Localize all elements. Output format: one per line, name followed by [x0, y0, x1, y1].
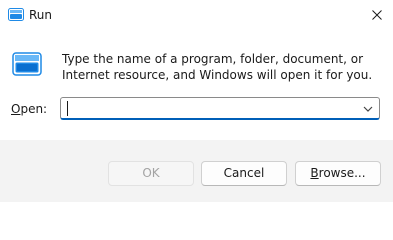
close-button[interactable] — [361, 0, 393, 30]
browse-mnemonic: B — [310, 166, 319, 180]
cancel-button[interactable]: Cancel — [201, 161, 287, 186]
browse-button[interactable]: Browse... — [295, 161, 381, 186]
window-title: Run — [29, 8, 53, 22]
browse-label: rowse... — [318, 166, 366, 180]
title-bar: Run — [0, 0, 393, 30]
close-icon — [372, 10, 382, 20]
run-dialog: Run Type the name of a program, folder, … — [0, 0, 393, 202]
ok-button[interactable]: OK — [108, 161, 194, 186]
open-label-text: pen: — [20, 102, 48, 116]
run-icon — [12, 52, 42, 76]
run-icon — [8, 8, 24, 21]
dialog-description: Type the name of a program, folder, docu… — [62, 52, 373, 82]
open-combobox[interactable] — [60, 97, 380, 120]
open-label: Open: — [11, 101, 47, 117]
text-caret — [67, 101, 68, 116]
chevron-down-icon[interactable] — [361, 102, 375, 116]
